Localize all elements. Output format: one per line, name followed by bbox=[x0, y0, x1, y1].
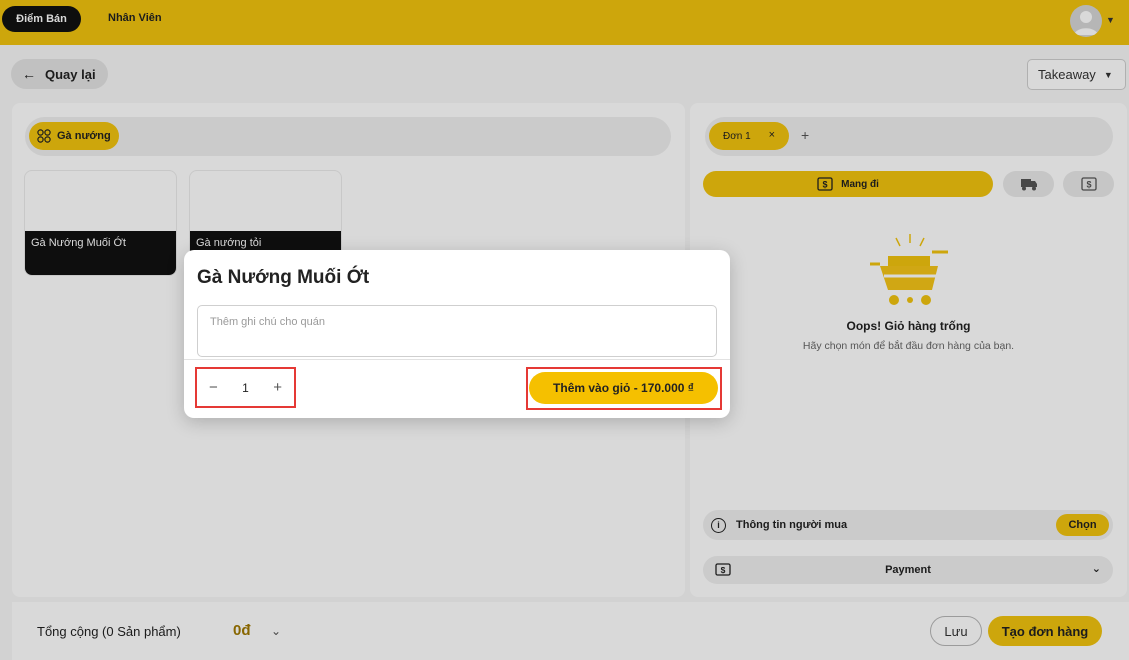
modal-title: Gà Nướng Muối Ớt bbox=[197, 267, 370, 288]
quantity-stepper: − 1 + bbox=[195, 367, 296, 408]
note-input[interactable] bbox=[197, 305, 717, 357]
add-item-modal: Gà Nướng Muối Ớt − 1 + Thêm vào giỏ - 17… bbox=[184, 250, 730, 418]
quantity-value: 1 bbox=[242, 380, 249, 395]
divider bbox=[184, 359, 730, 360]
add-to-cart-button[interactable]: Thêm vào giỏ - 170.000 ₫ bbox=[529, 372, 718, 404]
plus-icon[interactable]: + bbox=[273, 379, 282, 396]
minus-icon[interactable]: − bbox=[209, 379, 218, 396]
